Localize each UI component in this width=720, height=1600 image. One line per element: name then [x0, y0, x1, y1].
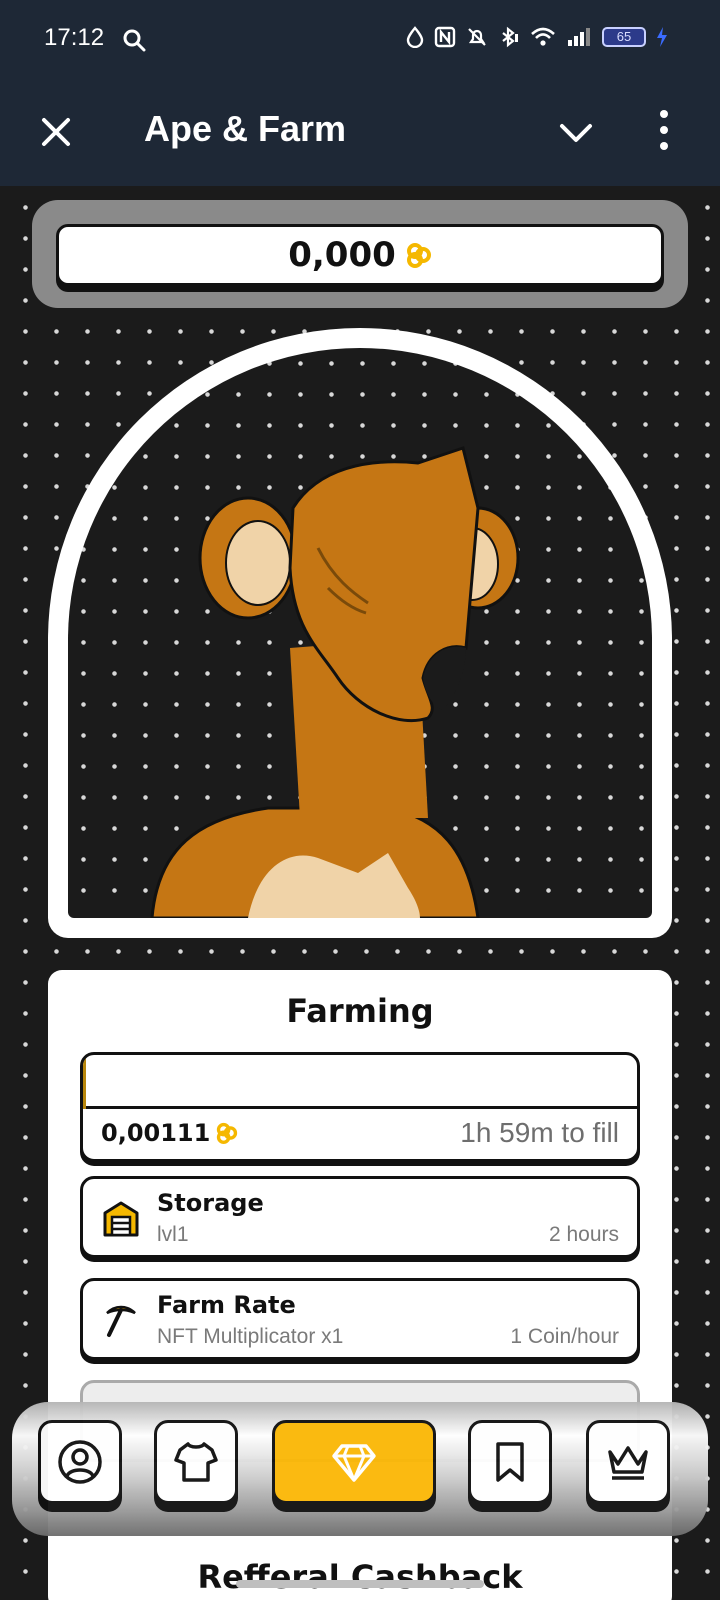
ape-avatar — [68, 348, 652, 918]
storage-title: Storage — [157, 1189, 264, 1217]
farmed-amount-value: 0,00111 — [101, 1119, 211, 1147]
charging-icon — [657, 27, 667, 47]
coin-icon — [406, 243, 431, 268]
main-content: 0,000 Farming 0,00111 1h 59m to fill Sto… — [0, 186, 720, 1600]
balance-display: 0,000 — [56, 224, 664, 286]
ape-illustration — [150, 446, 520, 918]
mute-icon — [468, 28, 486, 46]
storage-capacity: 2 hours — [548, 1223, 619, 1246]
farming-title: Farming — [286, 992, 434, 1030]
app-title: Ape & Farm — [144, 108, 347, 149]
storage-level: lvl1 — [157, 1223, 189, 1246]
nfc-icon — [434, 26, 456, 48]
search-icon — [123, 29, 146, 52]
pickaxe-icon — [106, 1305, 136, 1337]
bluetooth-icon — [502, 26, 518, 48]
status-bar: 17:12 65 — [0, 0, 720, 84]
ape-avatar-frame — [48, 328, 672, 938]
shirt-icon — [174, 1442, 218, 1482]
balance-value: 0,000 — [288, 235, 396, 275]
status-time: 17:12 — [44, 24, 105, 51]
drop-icon — [406, 26, 424, 48]
progress-track — [83, 1055, 637, 1109]
diamond-icon — [332, 1444, 376, 1482]
bookmark-icon — [496, 1442, 524, 1482]
storage-upgrade[interactable]: Storage lvl1 2 hours — [80, 1176, 640, 1258]
app-bar: Ape & Farm — [0, 84, 720, 186]
nav-leaderboard-button[interactable] — [586, 1420, 670, 1504]
progress-fill — [83, 1055, 87, 1109]
nav-profile-button[interactable] — [38, 1420, 122, 1504]
storage-icon — [103, 1201, 139, 1237]
farmed-amount: 0,00111 — [101, 1119, 238, 1147]
farm-rate-upgrade[interactable]: Farm Rate NFT Multiplicator x1 1 Coin/ho… — [80, 1278, 640, 1360]
signal-icon — [568, 28, 590, 46]
time-to-fill: 1h 59m to fill — [460, 1117, 619, 1148]
farm-rate-title: Farm Rate — [157, 1291, 296, 1319]
farming-progress: 0,00111 1h 59m to fill — [80, 1052, 640, 1162]
farm-rate-multiplier: NFT Multiplicator x1 — [157, 1325, 344, 1348]
chevron-down-icon[interactable] — [556, 114, 596, 154]
farm-rate-value: 1 Coin/hour — [510, 1325, 619, 1348]
nav-bookmark-button[interactable] — [468, 1420, 552, 1504]
close-icon[interactable] — [36, 112, 76, 152]
status-icons: 65 — [406, 26, 668, 48]
nav-wardrobe-button[interactable] — [154, 1420, 238, 1504]
more-vert-icon[interactable] — [654, 108, 674, 152]
coin-icon — [217, 1122, 238, 1144]
balance-panel: 0,000 — [32, 200, 688, 308]
nav-farm-button[interactable] — [272, 1420, 436, 1504]
crown-icon — [608, 1446, 648, 1480]
battery-indicator: 65 — [602, 27, 646, 47]
referral-title: Refferal Cashback — [197, 1558, 523, 1596]
wifi-icon — [531, 27, 555, 46]
bottom-nav — [12, 1402, 708, 1536]
gesture-handle[interactable] — [236, 1580, 484, 1588]
profile-icon — [58, 1440, 102, 1484]
